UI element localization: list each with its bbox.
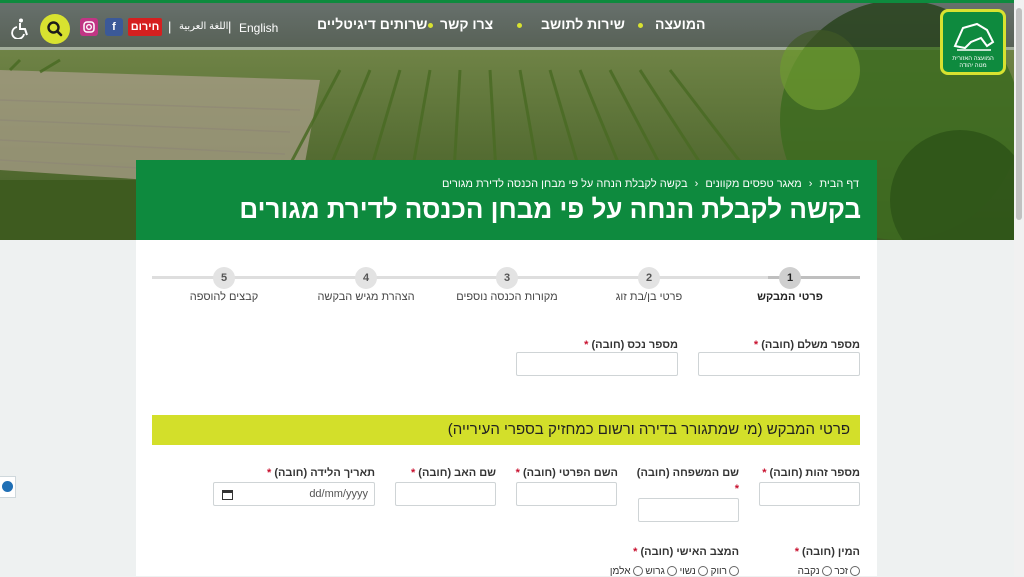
breadcrumb-current: בקשה לקבלת הנחה על פי מבחן הכנסה לדירת מ… bbox=[441, 178, 688, 190]
radio-widowed[interactable] bbox=[632, 566, 643, 577]
accessibility-icon[interactable] bbox=[10, 17, 32, 39]
birth-date-label: תאריך הלידה (חובה) * bbox=[266, 467, 375, 479]
applicant-section-header: פרטי המבקש (מי שמתגורר בדירה ורשום כמחזי… bbox=[152, 415, 860, 445]
divider: | bbox=[168, 19, 172, 34]
birth-date-input[interactable]: dd/mm/yyyy bbox=[213, 482, 375, 506]
breadcrumb-home[interactable]: דף הבית bbox=[820, 178, 859, 190]
step-1-circle[interactable]: 1 bbox=[779, 267, 801, 289]
page-header-box: דף הבית ‹ מאגר טפסים מקוונים ‹ בקשה לקבל… bbox=[136, 160, 877, 240]
chevron-left-icon: ‹ bbox=[694, 178, 699, 190]
last-name-required-mark: * bbox=[734, 483, 739, 495]
logo-text-line2: מטה יהודה bbox=[959, 63, 987, 69]
payer-number-input[interactable] bbox=[698, 352, 860, 376]
step-4-circle[interactable]: 4 bbox=[355, 267, 377, 289]
council-logo[interactable]: המועצה האזורית מטה יהודה bbox=[940, 9, 1006, 75]
id-number-input[interactable] bbox=[759, 482, 860, 506]
marital-status-label: המצב האישי (חובה) * bbox=[633, 546, 739, 558]
nav-dot bbox=[428, 23, 433, 28]
chevron-left-icon: ‹ bbox=[808, 178, 813, 190]
nav-item-contact[interactable]: צרו קשר bbox=[440, 16, 493, 32]
section-title: פרטי המבקש (מי שמתגורר בדירה ורשום כמחזי… bbox=[447, 421, 850, 438]
marital-options: רווק נשוי גרוש אלמן bbox=[610, 566, 739, 577]
first-name-input[interactable] bbox=[516, 482, 617, 506]
step-3-circle[interactable]: 3 bbox=[496, 267, 518, 289]
breadcrumb-forms[interactable]: מאגר טפסים מקוונים bbox=[705, 178, 801, 190]
step-2-circle[interactable]: 2 bbox=[638, 267, 660, 289]
first-name-label: השם הפרטי (חובה) * bbox=[515, 467, 618, 479]
facebook-icon[interactable]: f bbox=[105, 18, 123, 36]
radio-male[interactable] bbox=[850, 566, 860, 577]
instagram-icon[interactable] bbox=[80, 18, 98, 36]
father-name-input[interactable] bbox=[395, 482, 496, 506]
id-number-label: מספר זהות (חובה) * bbox=[762, 467, 860, 479]
step-5-label: קבצים להוספה bbox=[189, 291, 259, 303]
nav-item-digital-services[interactable]: שרותים דיגיטליים bbox=[317, 16, 427, 32]
scrollbar-thumb[interactable] bbox=[1016, 8, 1022, 220]
nav-dot bbox=[517, 23, 522, 28]
property-number-label: מספר נכס (חובה) * bbox=[584, 339, 678, 351]
lion-logo-icon bbox=[953, 22, 995, 51]
gender-options: זכר נקבה bbox=[798, 566, 860, 577]
birth-date-placeholder: dd/mm/yyyy bbox=[309, 488, 368, 500]
lang-arabic-link[interactable]: اللغة العربية bbox=[179, 21, 228, 32]
last-name-label: שם המשפחה (חובה) bbox=[636, 467, 739, 479]
step-2-label: פרטי בן/בת זוג bbox=[615, 291, 683, 303]
last-name-input[interactable] bbox=[638, 498, 739, 522]
logo-text-line1: המועצה האזורית bbox=[952, 56, 994, 62]
search-icon bbox=[47, 21, 63, 37]
main-nav: המועצה שירות לתושב צרו קשר שרותים דיגיטל… bbox=[0, 3, 1024, 47]
nav-item-resident-service[interactable]: שירות לתושב bbox=[541, 16, 625, 32]
step-5-circle[interactable]: 5 bbox=[213, 267, 235, 289]
father-name-label: שם האב (חובה) * bbox=[410, 467, 496, 479]
property-number-input[interactable] bbox=[516, 352, 678, 376]
nav-dot bbox=[638, 23, 643, 28]
emergency-button[interactable]: חירום bbox=[128, 18, 162, 36]
search-button[interactable] bbox=[40, 14, 70, 44]
radio-divorced[interactable] bbox=[666, 566, 677, 577]
breadcrumb: דף הבית ‹ מאגר טפסים מקוונים ‹ בקשה לקבל… bbox=[440, 178, 861, 190]
step-3-label: מקורות הכנסה נוספים bbox=[456, 291, 558, 303]
step-4-label: הצהרת מגיש הבקשה bbox=[317, 291, 415, 303]
step-1-label: פרטי המבקש bbox=[757, 291, 823, 303]
radio-married[interactable] bbox=[697, 566, 708, 577]
lang-english-link[interactable]: English bbox=[239, 21, 278, 35]
nav-item-council[interactable]: המועצה bbox=[655, 16, 706, 32]
page-title: בקשה לקבלת הנחה על פי מבחן הכנסה לדירת מ… bbox=[239, 194, 861, 224]
calendar-icon[interactable] bbox=[222, 489, 233, 500]
divider: | bbox=[228, 19, 232, 34]
radio-female[interactable] bbox=[821, 566, 832, 577]
payer-number-label: מספר משלם (חובה) * bbox=[753, 339, 860, 351]
widget-icon bbox=[2, 481, 13, 492]
radio-single[interactable] bbox=[729, 566, 739, 577]
gender-label: המין (חובה) * bbox=[794, 546, 860, 558]
